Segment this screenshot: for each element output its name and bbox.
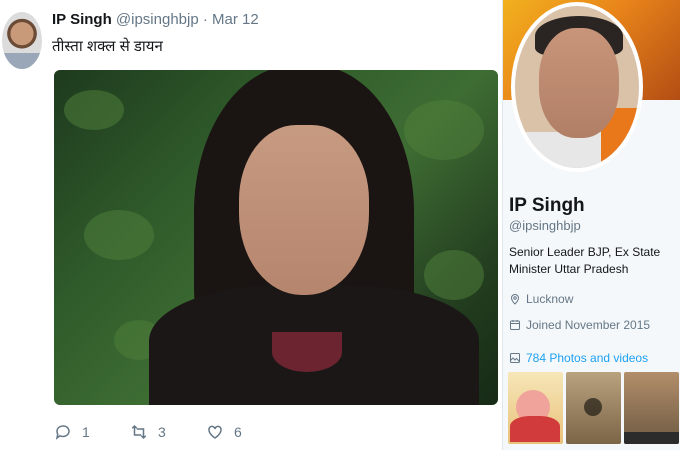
calendar-icon — [510, 320, 520, 330]
image-icon — [510, 353, 520, 363]
media-thumbnails — [508, 372, 679, 444]
author-avatar[interactable] — [2, 12, 42, 69]
profile-name[interactable]: IP Singh — [509, 195, 585, 217]
profile-handle[interactable]: @ipsinghbjp — [509, 218, 581, 233]
like-button[interactable]: 6 — [206, 423, 282, 441]
heart-icon — [208, 425, 222, 439]
reply-count: 1 — [82, 424, 90, 440]
tweet: IP Singh @ipsinghbjp · Mar 12 तीस्ता शक्… — [0, 0, 500, 450]
location-text: Lucknow — [526, 292, 574, 306]
author-name[interactable]: IP Singh — [52, 11, 112, 28]
like-count: 6 — [234, 424, 242, 440]
author-handle[interactable]: @ipsinghbjp — [116, 11, 199, 28]
profile-avatar[interactable] — [511, 2, 643, 172]
joined-text: Joined November 2015 — [526, 318, 651, 332]
tweet-text: तीस्ता शक्ल से डायन — [52, 38, 163, 55]
profile-bio: Senior Leader BJP, Ex State Minister Utt… — [509, 245, 661, 276]
tweet-actions: 1 3 6 — [54, 423, 282, 441]
header-separator: · — [202, 11, 208, 28]
profile-joined: Joined November 2015 — [509, 318, 650, 332]
retweet-count: 3 — [158, 424, 166, 440]
photos-text[interactable]: 784 Photos and videos — [526, 351, 648, 365]
reply-button[interactable]: 1 — [54, 423, 130, 441]
tweet-header: IP Singh @ipsinghbjp · Mar 12 — [52, 11, 259, 28]
play-icon — [584, 398, 602, 416]
tweet-date[interactable]: Mar 12 — [212, 11, 259, 28]
media-thumbnail[interactable] — [624, 372, 679, 444]
retweet-icon — [131, 424, 147, 440]
media-thumbnail[interactable] — [508, 372, 563, 444]
profile-card: IP Singh @ipsinghbjp Senior Leader BJP, … — [502, 0, 680, 450]
profile-location: Lucknow — [509, 292, 573, 306]
retweet-button[interactable]: 3 — [130, 423, 206, 441]
tweet-photo[interactable] — [54, 70, 498, 405]
media-thumbnail[interactable] — [566, 372, 621, 444]
location-pin-icon — [510, 294, 520, 305]
reply-icon — [55, 425, 70, 440]
photos-and-videos-link[interactable]: 784 Photos and videos — [509, 351, 648, 365]
